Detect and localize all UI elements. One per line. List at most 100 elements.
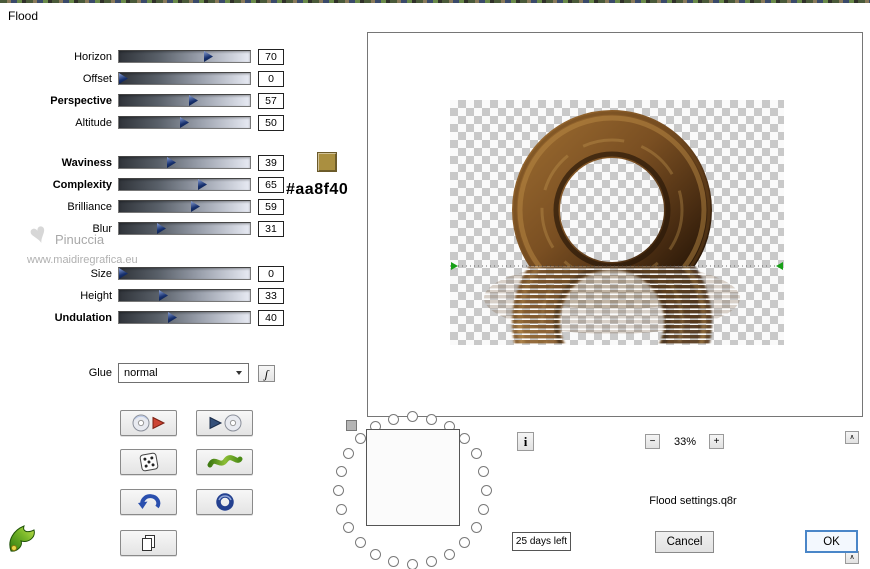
slider-thumb-icon[interactable] xyxy=(198,179,207,190)
slider-track[interactable] xyxy=(118,178,251,191)
page-copy-icon xyxy=(141,535,155,551)
slider-row-undulation: Undulation xyxy=(0,310,300,327)
info-button[interactable]: i xyxy=(517,432,534,451)
memory-dot[interactable] xyxy=(387,413,399,425)
zoom-out-button[interactable]: − xyxy=(645,434,660,449)
slider-thumb-icon[interactable] xyxy=(168,312,177,323)
cd-play-icon xyxy=(132,414,165,432)
green-squiggle-icon xyxy=(207,455,242,468)
slider-row-offset: Offset xyxy=(0,71,300,88)
memory-dot[interactable] xyxy=(407,411,418,422)
slider-track[interactable] xyxy=(118,267,251,280)
memory-dot[interactable] xyxy=(407,559,418,569)
slider-value-input[interactable] xyxy=(258,288,284,304)
memory-dot[interactable] xyxy=(459,432,471,444)
memory-dot[interactable] xyxy=(342,522,354,533)
slider-thumb-icon[interactable] xyxy=(159,290,168,301)
wave-randomize-button[interactable] xyxy=(196,449,253,475)
memory-dot[interactable] xyxy=(478,465,490,477)
randomize-button[interactable] xyxy=(120,449,177,475)
memory-dot[interactable] xyxy=(335,465,347,477)
slider-value-input[interactable] xyxy=(258,115,284,131)
slider-value-input[interactable] xyxy=(258,221,284,237)
slider-thumb-icon[interactable] xyxy=(189,95,198,106)
slider-track[interactable] xyxy=(118,222,251,235)
slider-thumb-icon[interactable] xyxy=(157,223,166,234)
ring-button[interactable] xyxy=(196,489,253,515)
waterline-left-mark xyxy=(451,262,458,270)
slider-label: Waviness xyxy=(61,157,112,169)
slider-thumb-icon[interactable] xyxy=(119,73,128,84)
memory-dot[interactable] xyxy=(444,549,455,561)
flood-dialog: Flood HorizonOffsetPerspectiveAltitudeWa… xyxy=(0,0,870,569)
memory-dot[interactable] xyxy=(471,522,483,533)
slider-track[interactable] xyxy=(118,200,251,213)
memory-dot[interactable] xyxy=(481,485,492,496)
slider-thumb-icon[interactable] xyxy=(204,51,213,62)
color-hex-label: #aa8f40 xyxy=(286,181,349,198)
chevron-down-icon[interactable] xyxy=(232,364,246,382)
slider-track[interactable] xyxy=(118,311,251,324)
glue-options-button[interactable]: ʃ xyxy=(258,365,275,382)
slider-row-horizon: Horizon xyxy=(0,49,300,66)
slider-label: Offset xyxy=(82,73,112,85)
memory-dot[interactable] xyxy=(370,549,381,561)
color-swatch[interactable] xyxy=(317,152,337,172)
memory-dot[interactable] xyxy=(354,432,366,444)
slider-track[interactable] xyxy=(118,289,251,302)
slider-value-input[interactable] xyxy=(258,93,284,109)
memory-dot[interactable] xyxy=(426,413,438,425)
slider-label: Altitude xyxy=(75,117,112,129)
slider-value-input[interactable] xyxy=(258,266,284,282)
memory-dot[interactable] xyxy=(478,504,490,516)
slider-track[interactable] xyxy=(118,156,251,169)
slider-label: Complexity xyxy=(52,179,112,191)
slider-value-input[interactable] xyxy=(258,310,284,326)
memory-dot[interactable] xyxy=(387,556,399,568)
slider-label: Undulation xyxy=(54,312,112,324)
slider-value-input[interactable] xyxy=(258,199,284,215)
zoom-in-button[interactable]: + xyxy=(709,434,724,449)
slider-thumb-icon[interactable] xyxy=(180,117,189,128)
slider-row-altitude: Altitude xyxy=(0,115,300,132)
slider-label: Perspective xyxy=(50,95,112,107)
memory-dot[interactable] xyxy=(471,448,483,459)
slider-row-height: Height xyxy=(0,288,300,305)
trial-days-badge[interactable]: 25 days left xyxy=(512,532,571,551)
slider-value-input[interactable] xyxy=(258,155,284,171)
slider-value-input[interactable] xyxy=(258,177,284,193)
slider-row-size: Size xyxy=(0,266,300,283)
memory-dot[interactable] xyxy=(459,537,471,549)
slider-thumb-icon[interactable] xyxy=(119,268,128,279)
ok-button[interactable]: OK xyxy=(805,530,858,553)
dial-corner-handle[interactable] xyxy=(346,420,357,431)
memory-dot[interactable] xyxy=(342,448,354,459)
slider-panel: Horizon Offset Perspective Altitude Waviness… xyxy=(0,0,300,340)
undo-button[interactable] xyxy=(120,489,177,515)
preview-cd-button[interactable] xyxy=(196,410,253,436)
flood-arch-image xyxy=(450,100,784,345)
slider-track[interactable] xyxy=(118,94,251,107)
copy-settings-button[interactable] xyxy=(120,530,177,556)
memory-dot[interactable] xyxy=(354,537,366,549)
plugin-logo-icon xyxy=(9,525,35,552)
slider-value-input[interactable] xyxy=(258,71,284,87)
dice-icon xyxy=(139,452,158,472)
spinner-up-top-button[interactable]: ∧ xyxy=(845,431,859,444)
slider-thumb-icon[interactable] xyxy=(167,157,176,168)
memory-dot[interactable] xyxy=(426,556,438,568)
render-cd-button[interactable] xyxy=(120,410,177,436)
slider-label: Height xyxy=(80,290,112,302)
glue-select[interactable]: normal xyxy=(118,363,249,383)
slider-label: Horizon xyxy=(74,51,112,63)
slider-thumb-icon[interactable] xyxy=(191,201,200,212)
zoom-level-label: 33% xyxy=(673,436,697,448)
memory-dot[interactable] xyxy=(333,485,344,496)
slider-value-input[interactable] xyxy=(258,49,284,65)
cancel-button[interactable]: Cancel xyxy=(655,531,714,553)
navigator-thumbnail[interactable] xyxy=(366,429,460,526)
slider-track[interactable] xyxy=(118,116,251,129)
slider-track[interactable] xyxy=(118,72,251,85)
slider-track[interactable] xyxy=(118,50,251,63)
memory-dot[interactable] xyxy=(335,504,347,516)
